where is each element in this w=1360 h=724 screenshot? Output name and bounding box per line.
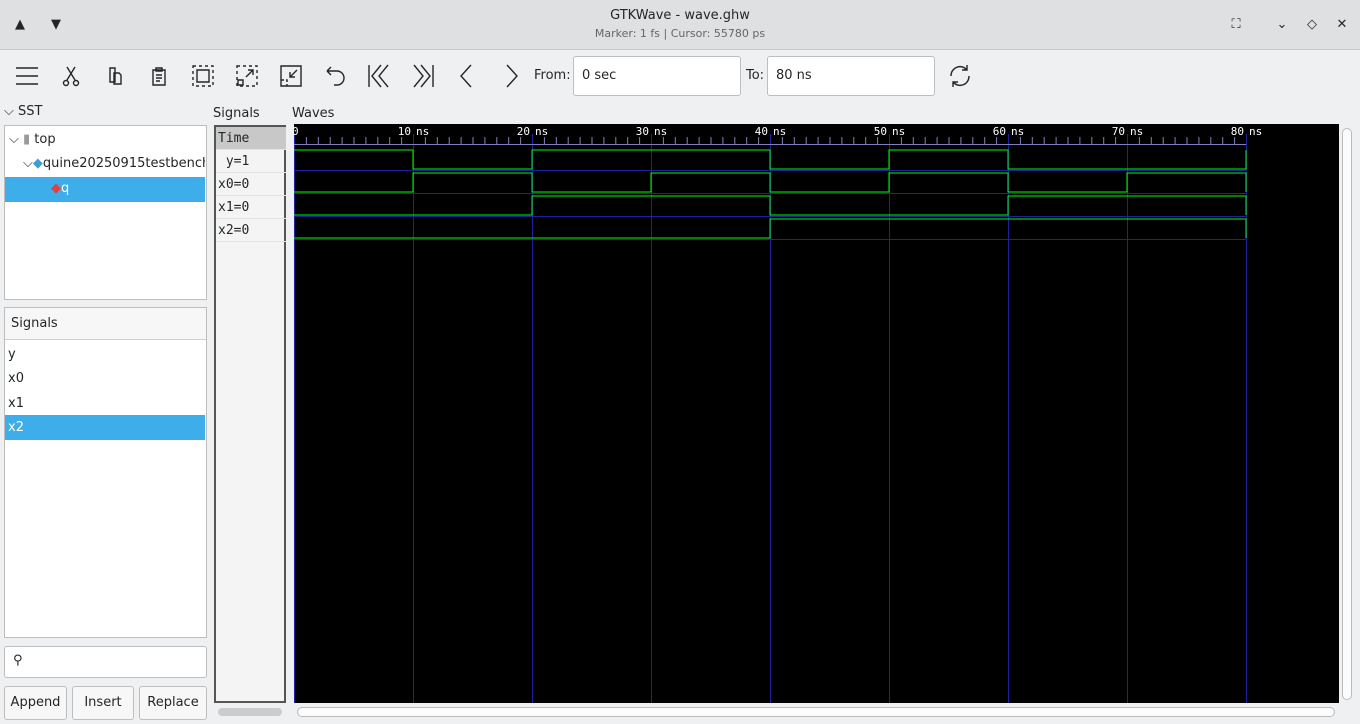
- tree-item-testbench[interactable]: ⌵◆quine20250915testbench: [5, 152, 205, 176]
- cut-icon[interactable]: [55, 60, 87, 92]
- tick-unit: ns: [892, 125, 905, 138]
- minimize-icon[interactable]: ⌄: [1270, 12, 1294, 36]
- window-subtitle: Marker: 1 fs | Cursor: 55780 ps: [594, 27, 766, 40]
- zoom-in-icon[interactable]: [231, 60, 263, 92]
- signal-row-x1[interactable]: x1=0: [216, 196, 286, 219]
- signal-row-x2[interactable]: x2=0: [216, 219, 286, 242]
- signal-row-y[interactable]: y=1: [216, 150, 286, 173]
- tree-label: quine20250915testbench: [42, 156, 205, 171]
- signal-value: =0: [233, 177, 250, 192]
- paste-icon[interactable]: [143, 60, 175, 92]
- go-to-end-icon[interactable]: [407, 60, 439, 92]
- waveform-canvas[interactable]: 0 10 ns 20 ns 30 ns 40 ns 50 ns 60 ns 70 ns 80 ns: [294, 124, 1339, 703]
- signals-pane-label: Signals: [213, 106, 260, 121]
- signal-value: =1: [233, 154, 250, 169]
- to-label: To:: [746, 68, 765, 83]
- tick-unit: ns: [416, 125, 429, 138]
- append-button[interactable]: Append: [4, 686, 67, 720]
- menu-icon[interactable]: [11, 60, 43, 92]
- previous-icon[interactable]: [451, 60, 483, 92]
- tick-unit: ns: [773, 125, 786, 138]
- sst-label: SST: [18, 104, 43, 119]
- signal-item-x0[interactable]: x0: [5, 366, 205, 391]
- chevron-down-icon: ⌵: [23, 156, 33, 171]
- signal-item-x1[interactable]: x1: [5, 391, 205, 416]
- waves-hscrollbar[interactable]: [297, 707, 1335, 717]
- signal-value: =0: [233, 223, 250, 238]
- search-input[interactable]: ⚲: [4, 646, 207, 678]
- sst-tree[interactable]: ⌵ ▮ top ⌵◆quine20250915testbench ◆q: [4, 125, 207, 300]
- signal-item-x2[interactable]: x2: [5, 415, 205, 440]
- from-input[interactable]: 0 sec: [573, 56, 741, 96]
- tick-label: 30: [636, 125, 649, 138]
- tick-unit: ns: [1130, 125, 1143, 138]
- tree-item-top[interactable]: ⌵ ▮ top: [5, 128, 205, 152]
- insert-button[interactable]: Insert: [72, 686, 134, 720]
- signal-name: x1: [218, 200, 234, 215]
- chevron-down-icon: ⌵: [4, 104, 14, 119]
- signals-list-header: Signals: [5, 308, 206, 340]
- tree-label: top: [34, 132, 56, 147]
- maximize-icon[interactable]: ◇: [1300, 12, 1324, 36]
- signal-name: y: [225, 154, 234, 169]
- tick-label: 40: [755, 125, 768, 138]
- tick-label: 60: [993, 125, 1006, 138]
- reload-icon[interactable]: [944, 60, 976, 92]
- zoom-out-icon[interactable]: [275, 60, 307, 92]
- module-icon: ◆: [51, 181, 61, 196]
- tick-label: 70: [1112, 125, 1125, 138]
- waves-vscrollbar[interactable]: [1342, 128, 1352, 700]
- module-icon: ◆: [32, 156, 43, 171]
- search-icon: ⚲: [13, 653, 23, 668]
- waves-label: Waves: [292, 106, 335, 121]
- tick-unit: ns: [654, 125, 667, 138]
- tick-label: 80: [1231, 125, 1244, 138]
- tick-label: 0: [294, 125, 299, 138]
- close-icon[interactable]: ✕: [1330, 12, 1354, 36]
- tree-label: q: [61, 181, 70, 196]
- tree-item-q[interactable]: ◆q: [5, 177, 205, 202]
- signals-pane[interactable]: Time y=1 x0=0 x1=0 x2=0: [214, 125, 286, 703]
- replace-button[interactable]: Replace: [139, 686, 207, 720]
- tick-label: 50: [874, 125, 887, 138]
- signal-row-x0[interactable]: x0=0: [216, 173, 286, 196]
- tick-unit: ns: [1011, 125, 1024, 138]
- tick-label: 20: [517, 125, 530, 138]
- title-bar: ▲ ▼ GTKWave - wave.ghw Marker: 1 fs | Cu…: [0, 0, 1360, 50]
- tick-unit: ns: [1249, 125, 1262, 138]
- zoom-fit-icon[interactable]: [187, 60, 219, 92]
- waves-background: [294, 124, 1339, 703]
- tick-label: 10: [398, 125, 411, 138]
- signal-name: x2: [218, 223, 234, 238]
- signals-list[interactable]: Signals y x0 x1 x2: [4, 307, 207, 638]
- to-input[interactable]: 80 ns: [767, 56, 935, 96]
- chevron-down-icon: ⌵: [9, 132, 19, 147]
- window-title: GTKWave - wave.ghw: [610, 8, 750, 23]
- next-icon[interactable]: [495, 60, 527, 92]
- signals-hscrollbar[interactable]: [218, 708, 282, 716]
- copy-icon[interactable]: [99, 60, 131, 92]
- go-to-start-icon[interactable]: [363, 60, 395, 92]
- tick-unit: ns: [535, 125, 548, 138]
- from-label: From:: [534, 68, 571, 83]
- signal-item-y[interactable]: y: [5, 342, 205, 367]
- undo-icon[interactable]: [319, 60, 351, 92]
- fullscreen-icon[interactable]: ⛶: [1224, 12, 1248, 36]
- time-header: Time: [216, 127, 286, 150]
- database-icon: ▮: [23, 132, 31, 147]
- signal-name: x0: [218, 177, 234, 192]
- sst-expander[interactable]: ⌵ SST: [4, 104, 42, 119]
- signal-value: =0: [233, 200, 250, 215]
